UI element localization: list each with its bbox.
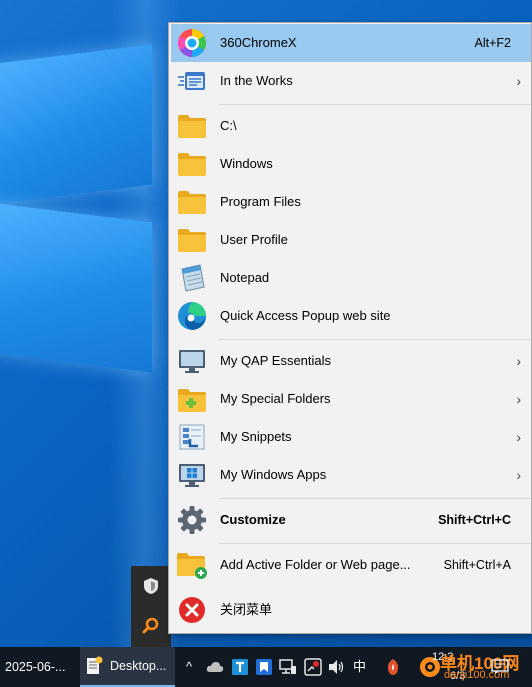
qap-popup-menu: 360ChromeX Alt+F2 In the Works › C:\ Win… xyxy=(168,22,532,634)
menu-item-label: Program Files xyxy=(220,194,301,209)
chevron-right-icon: › xyxy=(516,429,521,445)
menu-item-user-profile[interactable]: User Profile xyxy=(171,221,531,259)
taskbar: 2025-06-... Desktop... ^ 中 12:3 6/3 单机10… xyxy=(0,647,532,687)
close-red-icon xyxy=(176,594,208,626)
edge-icon xyxy=(176,300,208,332)
windows-logo-pane-bottom xyxy=(0,201,152,373)
menu-item-close-menu[interactable]: 关闭菜单 xyxy=(171,591,531,629)
notification-center-icon[interactable] xyxy=(490,657,510,677)
gear-icon xyxy=(176,504,208,536)
snippets-icon xyxy=(176,421,208,453)
menu-item-shortcut: Alt+F2 xyxy=(474,36,511,50)
chevron-right-icon: › xyxy=(516,391,521,407)
taskbar-app-label: Desktop... xyxy=(110,659,167,673)
show-hidden-icons-chevron[interactable]: ^ xyxy=(186,647,192,687)
menu-item-notepad[interactable]: Notepad xyxy=(171,259,531,297)
cloud-icon[interactable] xyxy=(205,657,225,677)
menu-item-shortcut: Shift+Ctrl+A xyxy=(443,558,511,572)
menu-item-label: User Profile xyxy=(220,232,288,247)
menu-separator xyxy=(219,339,530,340)
volume-icon[interactable] xyxy=(326,657,346,677)
special-folder-icon xyxy=(176,383,208,415)
menu-item-label: My Snippets xyxy=(220,429,292,444)
menu-item-label: 360ChromeX xyxy=(220,35,297,50)
menu-item-in-the-works[interactable]: In the Works › xyxy=(171,62,531,100)
folder-icon xyxy=(176,148,208,180)
chrome-360-icon xyxy=(176,27,208,59)
notepad-icon xyxy=(176,262,208,294)
app-document-icon xyxy=(84,656,104,676)
network-icon[interactable] xyxy=(278,657,298,677)
windows-logo-pane-top xyxy=(0,44,152,206)
chevron-right-icon: › xyxy=(516,353,521,369)
menu-item-my-windows-apps[interactable]: My Windows Apps › xyxy=(171,456,531,494)
menu-item-label: Customize xyxy=(220,512,286,527)
windows-apps-icon xyxy=(176,459,208,491)
menu-item-label: In the Works xyxy=(220,73,293,88)
menu-item-label: Notepad xyxy=(220,270,270,285)
menu-separator xyxy=(219,104,530,105)
menu-item-add-active-folder[interactable]: Add Active Folder or Web page... Shift+C… xyxy=(171,546,531,584)
menu-item-label: My Windows Apps xyxy=(220,467,327,482)
shield-icon[interactable] xyxy=(141,576,161,596)
menu-item-program-files[interactable]: Program Files xyxy=(171,183,531,221)
tray-overflow-popup xyxy=(131,566,171,648)
menu-item-qap-website[interactable]: Quick Access Popup web site xyxy=(171,297,531,335)
folder-icon xyxy=(176,186,208,218)
taskbar-desktop-app[interactable]: Desktop... xyxy=(80,647,175,687)
menu-separator xyxy=(219,543,530,544)
folder-icon xyxy=(176,110,208,142)
security-tray-icon[interactable] xyxy=(303,657,323,677)
menu-item-customize[interactable]: Customize Shift+Ctrl+C xyxy=(171,501,531,539)
monitor-icon xyxy=(176,345,208,377)
menu-item-windows-folder[interactable]: Windows xyxy=(171,145,531,183)
menu-item-360chromex[interactable]: 360ChromeX Alt+F2 xyxy=(171,24,531,62)
bookmark-app-icon[interactable] xyxy=(254,657,274,677)
chevron-right-icon: › xyxy=(516,467,521,483)
menu-separator xyxy=(219,498,530,499)
menu-item-label: 关闭菜单 xyxy=(220,602,273,617)
menu-item-label: Add Active Folder or Web page... xyxy=(220,557,411,572)
menu-item-c-drive[interactable]: C:\ xyxy=(171,107,531,145)
folder-icon xyxy=(176,224,208,256)
add-folder-icon xyxy=(176,549,208,581)
menu-item-my-qap-essentials[interactable]: My QAP Essentials › xyxy=(171,342,531,380)
menu-item-my-special-folders[interactable]: My Special Folders › xyxy=(171,380,531,418)
menu-item-label: Windows xyxy=(220,156,273,171)
search-magnifier-icon[interactable] xyxy=(141,616,161,636)
menu-item-label: My QAP Essentials xyxy=(220,353,332,368)
input-method-indicator[interactable]: 中 xyxy=(353,647,366,687)
app-red-tray-icon[interactable] xyxy=(383,657,403,677)
in-the-works-icon xyxy=(176,65,208,97)
menu-item-shortcut: Shift+Ctrl+C xyxy=(438,513,511,527)
menu-item-label: Quick Access Popup web site xyxy=(220,308,391,323)
chevron-right-icon: › xyxy=(516,73,521,89)
menu-item-my-snippets[interactable]: My Snippets › xyxy=(171,418,531,456)
menu-item-label: C:\ xyxy=(220,118,237,133)
t-app-icon[interactable] xyxy=(230,657,250,677)
taskbar-date-button[interactable]: 2025-06-... xyxy=(5,647,65,687)
menu-item-label: My Special Folders xyxy=(220,391,331,406)
